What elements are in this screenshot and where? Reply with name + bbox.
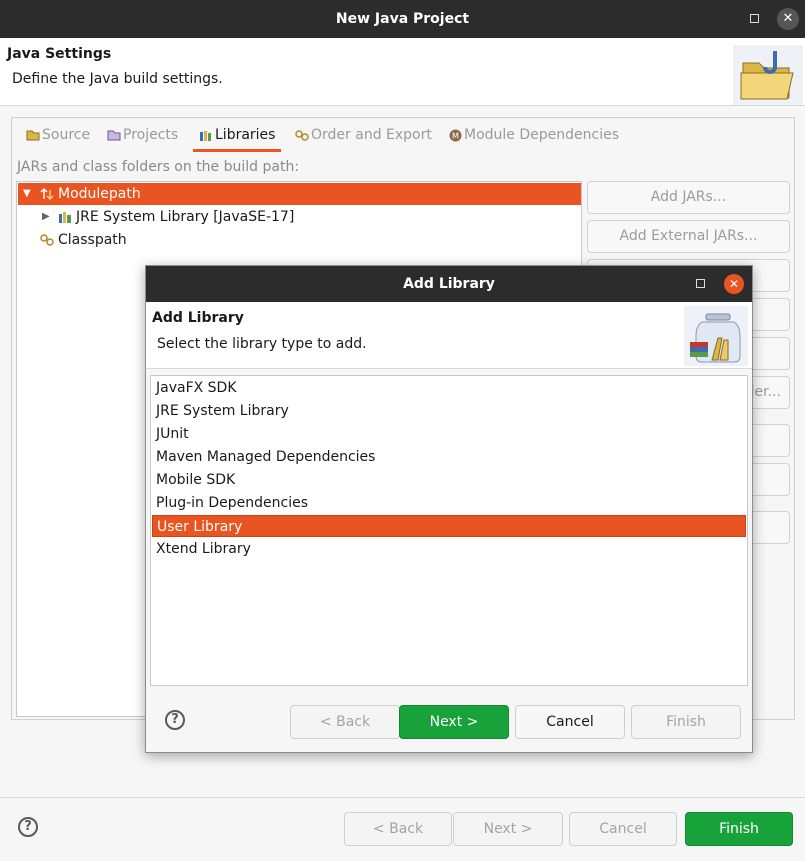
dialog-header: Add Library Select the library type to a… [146, 302, 752, 369]
tab-module-dependencies[interactable]: M Module Dependencies [449, 124, 619, 152]
tree-item-label: Modulepath [58, 186, 141, 202]
dialog-close-icon[interactable]: ✕ [724, 274, 744, 294]
footer-divider [0, 797, 805, 798]
library-type-list[interactable]: JavaFX SDK JRE System Library JUnit Mave… [150, 375, 748, 686]
dialog-header-description: Select the library type to add. [157, 336, 367, 352]
tab-module-dependencies-label: Module Dependencies [464, 127, 619, 143]
build-path-label: JARs and class folders on the build path… [17, 159, 300, 175]
dialog-next-button[interactable]: Next > [399, 705, 509, 739]
list-item[interactable]: Maven Managed Dependencies [152, 446, 746, 468]
tab-projects[interactable]: Projects [107, 124, 178, 152]
tree-item-modulepath[interactable]: ▼ Modulepath [18, 183, 581, 205]
tab-libraries-label: Libraries [215, 127, 276, 143]
classpath-icon [40, 234, 54, 246]
wizard-header: Java Settings Define the Java build sett… [0, 38, 805, 106]
order-export-icon [295, 130, 309, 141]
list-item[interactable]: JUnit [152, 423, 746, 445]
add-external-jars-button[interactable]: Add External JARs... [587, 220, 790, 253]
source-folder-icon [26, 130, 40, 141]
java-project-folder-icon [733, 45, 803, 105]
window-titlebar: New Java Project ✕ [0, 0, 805, 38]
dialog-maximize-icon[interactable] [696, 279, 705, 288]
tab-projects-label: Projects [123, 127, 179, 143]
list-item[interactable]: Plug-in Dependencies [152, 492, 746, 514]
tree-item-jre-library[interactable]: ▶ JRE System Library [JavaSE-17] [18, 206, 581, 228]
tab-source[interactable]: Source [26, 124, 90, 152]
list-item-selected[interactable]: User Library [152, 515, 746, 537]
modulepath-icon [40, 187, 54, 201]
back-button[interactable]: < Back [344, 812, 452, 846]
dialog-titlebar: Add Library ✕ [146, 266, 752, 302]
dialog-title: Add Library [403, 276, 495, 292]
list-item[interactable]: Xtend Library [152, 538, 746, 560]
dialog-finish-button[interactable]: Finish [631, 705, 741, 739]
tree-item-label: JRE System Library [JavaSE-17] [76, 209, 295, 225]
list-item[interactable]: Mobile SDK [152, 469, 746, 491]
dialog-back-button[interactable]: < Back [290, 705, 400, 739]
next-button[interactable]: Next > [453, 812, 563, 846]
library-icon [59, 212, 71, 223]
list-item[interactable]: JRE System Library [152, 400, 746, 422]
window-title: New Java Project [335, 11, 470, 27]
tree-item-label: Classpath [58, 232, 127, 248]
libraries-icon [200, 131, 211, 141]
dialog-help-icon[interactable]: ? [165, 710, 185, 730]
chevron-down-icon: ▼ [23, 188, 31, 199]
close-button[interactable]: ✕ [777, 8, 799, 30]
help-icon[interactable]: ? [18, 817, 38, 837]
page-description: Define the Java build settings. [12, 71, 223, 87]
tab-libraries[interactable]: Libraries [193, 124, 281, 152]
dialog-cancel-button[interactable]: Cancel [515, 705, 625, 739]
module-icon: M [449, 129, 462, 141]
cancel-button[interactable]: Cancel [569, 812, 677, 846]
close-icon: ✕ [782, 11, 794, 26]
finish-button[interactable]: Finish [685, 812, 793, 846]
tree-item-classpath[interactable]: Classpath [18, 229, 581, 251]
maximize-icon [749, 14, 759, 23]
list-item[interactable]: JavaFX SDK [152, 377, 746, 399]
tab-order-export-label: Order and Export [311, 127, 432, 143]
page-title: Java Settings [7, 46, 112, 62]
chevron-right-icon: ▶ [42, 211, 50, 222]
library-jar-icon [684, 306, 748, 366]
tab-order-export[interactable]: Order and Export [295, 124, 432, 152]
tab-source-label: Source [42, 127, 91, 143]
add-jars-button[interactable]: Add JARs... [587, 181, 790, 214]
add-library-dialog: Add Library ✕ Add Library Select the lib… [145, 265, 753, 753]
projects-icon [107, 130, 121, 141]
dialog-header-title: Add Library [152, 310, 244, 326]
svg-text:M: M [452, 131, 459, 140]
maximize-button[interactable] [744, 9, 764, 29]
